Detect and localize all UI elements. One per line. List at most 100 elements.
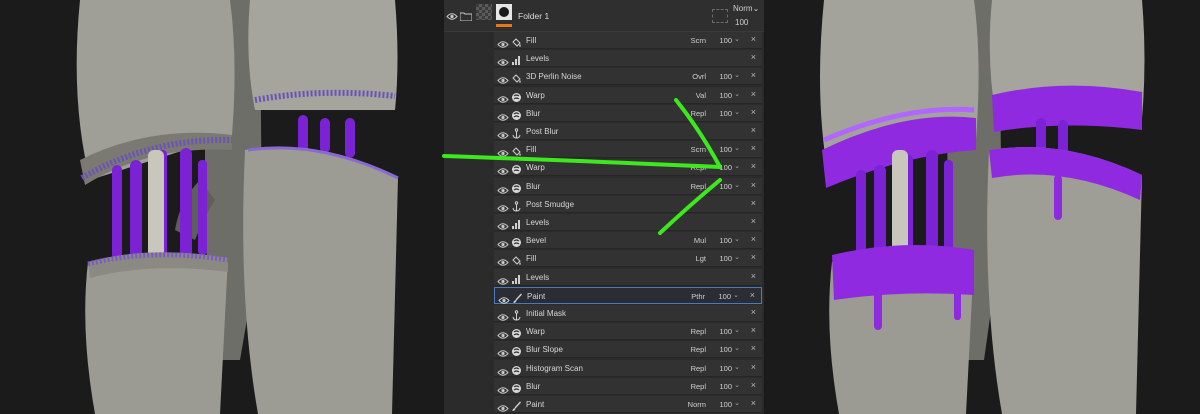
layer-blend-mode[interactable]: Repl [691,364,706,373]
chevron-down-icon[interactable]: ⌄ [734,363,740,371]
layer-opacity[interactable]: 100 [719,364,732,373]
close-icon[interactable]: × [751,398,756,408]
layer-row[interactable]: Blur Repl 100 ⌄ × [494,177,762,195]
close-icon[interactable]: × [751,34,756,44]
chevron-down-icon[interactable]: ⌄ [734,344,740,352]
chevron-down-icon[interactable]: ⌄ [733,291,739,299]
chevron-down-icon[interactable]: ⌄ [734,253,740,261]
close-icon[interactable]: × [751,107,756,117]
layer-blend-mode[interactable]: Repl [691,182,706,191]
chevron-down-icon[interactable]: ⌄ [734,162,740,170]
close-icon[interactable]: × [751,271,756,281]
layer-opacity[interactable]: 100 [719,182,732,191]
chevron-down-icon[interactable]: ⌄ [734,381,740,389]
layer-opacity[interactable]: 100 [719,254,732,263]
layer-row[interactable]: Post Blur × [494,123,762,140]
close-icon[interactable]: × [751,325,756,335]
chevron-down-icon[interactable]: ⌄ [734,90,740,98]
chevron-down-icon[interactable]: ⌄ [734,181,740,189]
layer-blend-mode[interactable]: Repl [691,109,706,118]
chevron-down-icon[interactable]: ⌄ [734,326,740,334]
close-icon[interactable]: × [751,343,756,353]
layer-row[interactable]: 3D Perlin Noise Ovrl 100 ⌄ × [494,68,762,86]
layer-row[interactable]: Fill Scrn 100 ⌄ × [494,141,762,159]
layer-row[interactable]: Warp Val 100 ⌄ × [494,86,762,104]
close-icon[interactable]: × [751,52,756,62]
close-icon[interactable]: × [751,161,756,171]
layer-row[interactable]: Histogram Scan Repl 100 ⌄ × [494,359,762,377]
layer-blend-mode[interactable]: Lgt [696,254,706,263]
layer-panel: Folder 1 Norm⌄ 100 Fill Scrn 100 ⌄ × Levels × 3… [444,0,764,414]
close-icon[interactable]: × [751,89,756,99]
folder-blend-mode[interactable]: Norm⌄ [733,4,759,13]
chevron-down-icon[interactable]: ⌄ [734,235,740,243]
layer-blend-mode[interactable]: Scrn [691,36,706,45]
layer-row[interactable]: Paint Pthr 100 ⌄ × [494,286,762,304]
close-icon[interactable]: × [751,198,756,208]
layer-opacity[interactable]: 100 [719,382,732,391]
layer-row[interactable]: Levels × [494,50,762,68]
viewport-after[interactable] [764,0,1200,414]
mask-thumbnail[interactable] [496,4,512,20]
chevron-down-icon[interactable]: ⌄ [734,108,740,116]
layer-row[interactable]: Bevel Mul 100 ⌄ × [494,232,762,250]
close-icon[interactable]: × [751,362,756,372]
close-icon[interactable]: × [751,307,756,317]
viewport-before[interactable] [0,0,444,414]
layer-name: Blur [526,181,541,191]
close-icon[interactable]: × [751,234,756,244]
close-icon[interactable]: × [751,143,756,153]
layer-blend-mode[interactable]: Scrn [691,145,706,154]
close-icon[interactable]: × [751,125,756,135]
model-render-after [764,0,1200,414]
chevron-down-icon[interactable]: ⌄ [734,71,740,79]
chevron-down-icon[interactable]: ⌄ [734,399,740,407]
layer-opacity[interactable]: 100 [719,400,732,409]
chevron-down-icon[interactable]: ⌄ [734,35,740,43]
visibility-eye-icon[interactable] [497,400,509,414]
layer-opacity[interactable]: 100 [719,327,732,336]
layer-opacity[interactable]: 100 [719,72,732,81]
layer-name: Post Smudge [526,199,575,209]
layer-opacity[interactable]: 100 [718,292,731,301]
layer-row[interactable]: Post Smudge × [494,195,762,213]
close-icon[interactable]: × [750,290,755,300]
layer-blend-mode[interactable]: Repl [691,382,706,391]
folder-opacity[interactable]: 100 [735,18,748,27]
layer-blend-mode[interactable]: Repl [691,345,706,354]
layer-blend-mode[interactable]: Val [696,91,706,100]
layer-row[interactable]: Levels × [494,268,762,286]
layer-opacity[interactable]: 100 [719,163,732,172]
layer-blend-mode[interactable]: Mul [694,236,706,245]
layer-row[interactable]: Levels × [494,214,762,231]
layer-blend-mode[interactable]: Repl [691,327,706,336]
layer-opacity[interactable]: 100 [719,345,732,354]
chevron-down-icon[interactable]: ⌄ [734,144,740,152]
layer-row[interactable]: Fill Lgt 100 ⌄ × [494,250,762,268]
close-icon[interactable]: × [751,216,756,226]
layer-opacity[interactable]: 100 [719,91,732,100]
layer-row[interactable]: Blur Slope Repl 100 ⌄ × [494,341,762,359]
layer-blend-mode[interactable]: Repl [691,163,706,172]
layer-row[interactable]: Warp Repl 100 ⌄ × [494,159,762,177]
layer-opacity[interactable]: 100 [719,236,732,245]
close-icon[interactable]: × [751,380,756,390]
close-icon[interactable]: × [751,70,756,80]
layer-row[interactable]: Initial Mask × [494,305,762,322]
close-icon[interactable]: × [751,252,756,262]
layer-row[interactable]: Fill Scrn 100 ⌄ × [494,32,762,49]
layer-opacity[interactable]: 100 [719,36,732,45]
layer-row[interactable]: Blur Repl 100 ⌄ × [494,104,762,122]
layer-row[interactable]: Paint Norm 100 ⌄ × [494,396,762,413]
layer-row[interactable]: Warp Repl 100 ⌄ × [494,323,762,341]
visibility-eye-icon[interactable] [446,8,458,26]
layer-blend-mode[interactable]: Pthr [691,292,705,301]
layer-blend-mode[interactable]: Ovrl [692,72,706,81]
close-icon[interactable]: × [751,180,756,190]
layer-blend-mode[interactable]: Norm [688,400,706,409]
layer-opacity[interactable]: 100 [719,109,732,118]
layer-row[interactable]: Blur Repl 100 ⌄ × [494,377,762,395]
layer-opacity[interactable]: 100 [719,145,732,154]
geometry-mask-icon[interactable] [712,9,728,23]
folder-layer-row[interactable]: Folder 1 Norm⌄ 100 [444,0,764,32]
